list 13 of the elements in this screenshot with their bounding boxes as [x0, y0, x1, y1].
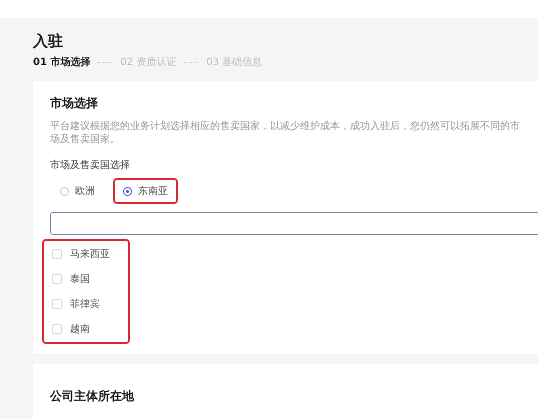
region-radio[interactable]: 欧洲 — [50, 178, 105, 204]
country-option[interactable]: 马来西亚 — [52, 247, 128, 261]
field-label: 市场及售卖国选择 — [50, 158, 131, 172]
country-option[interactable]: 菲律宾 — [52, 297, 128, 311]
step-tab[interactable]: 01 市场选择 — [33, 55, 90, 69]
country-input-field[interactable] — [50, 212, 538, 235]
section-description: 平台建议根据您的业务计划选择相应的售卖国家，以减少维护成本，成功入驻后，您仍然可以拓展不同的市场及售卖国家。 — [50, 120, 521, 146]
country-option[interactable]: 泰国 — [52, 272, 128, 286]
section-heading: 公司主体所在地 — [50, 388, 135, 405]
country-option[interactable]: 越南 — [52, 322, 128, 336]
region-radio[interactable]: 东南亚 — [113, 178, 178, 204]
page-title: 入驻 — [33, 32, 64, 51]
section-heading: 市场选择 — [50, 95, 99, 112]
